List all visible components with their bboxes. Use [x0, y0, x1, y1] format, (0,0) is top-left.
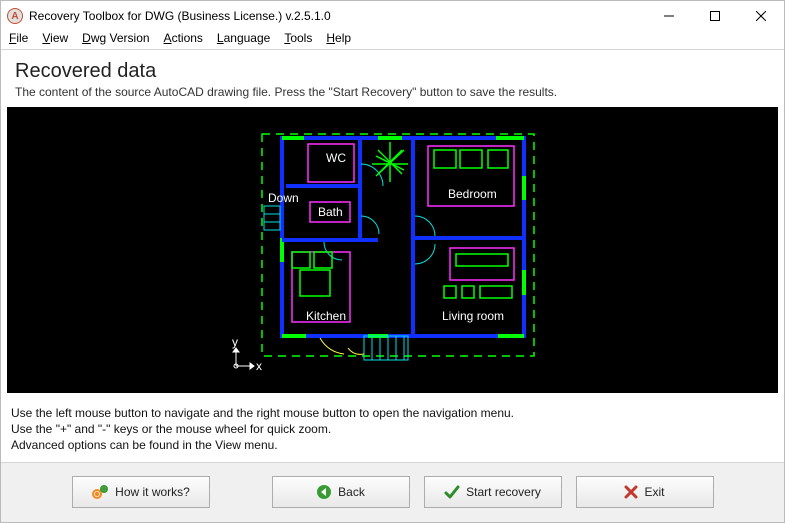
menu-tools[interactable]: Tools — [284, 31, 312, 45]
help-line-3: Advanced options can be found in the Vie… — [11, 437, 774, 453]
minimize-icon — [664, 11, 674, 21]
menu-dwg-version[interactable]: Dwg Version — [82, 31, 149, 45]
room-label-wc: WC — [326, 151, 346, 165]
back-icon — [316, 484, 332, 500]
start-recovery-label: Start recovery — [466, 485, 541, 499]
help-text: Use the left mouse button to navigate an… — [1, 401, 784, 462]
drawing-preview[interactable]: WC Bath Bedroom — [7, 107, 778, 393]
back-label: Back — [338, 485, 365, 499]
axis-x: x — [256, 359, 262, 373]
app-icon: A — [7, 8, 23, 24]
room-label-bath: Bath — [318, 205, 343, 219]
room-label-kitchen: Kitchen — [306, 309, 346, 323]
titlebar: A Recovery Toolbox for DWG (Business Lic… — [1, 1, 784, 31]
axis-y: y — [232, 335, 238, 349]
app-window: A Recovery Toolbox for DWG (Business Lic… — [0, 0, 785, 523]
close-button[interactable] — [738, 1, 784, 31]
x-icon — [624, 485, 638, 499]
gears-icon — [91, 483, 109, 501]
window-title: Recovery Toolbox for DWG (Business Licen… — [29, 9, 646, 23]
preview-area: WC Bath Bedroom — [1, 99, 784, 401]
start-recovery-button[interactable]: Start recovery — [424, 476, 562, 508]
maximize-button[interactable] — [692, 1, 738, 31]
help-line-1: Use the left mouse button to navigate an… — [11, 405, 774, 421]
back-button[interactable]: Back — [272, 476, 410, 508]
menu-actions[interactable]: Actions — [164, 31, 203, 45]
content-header: Recovered data The content of the source… — [1, 50, 784, 99]
cad-drawing: WC Bath Bedroom — [228, 120, 558, 380]
footer: How it works? Back Start recovery Exit — [1, 462, 784, 522]
menu-help[interactable]: Help — [326, 31, 351, 45]
window-controls — [646, 1, 784, 31]
page-title: Recovered data — [15, 60, 770, 83]
help-line-2: Use the "+" and "-" keys or the mouse wh… — [11, 421, 774, 437]
room-label-living: Living room — [442, 309, 504, 323]
how-it-works-label: How it works? — [115, 485, 190, 499]
check-icon — [444, 484, 460, 500]
close-icon — [756, 11, 766, 21]
minimize-button[interactable] — [646, 1, 692, 31]
exit-label: Exit — [644, 485, 664, 499]
menu-file[interactable]: File — [9, 31, 28, 45]
how-it-works-button[interactable]: How it works? — [72, 476, 210, 508]
label-down: Down — [268, 191, 299, 205]
maximize-icon — [710, 11, 720, 21]
menu-language[interactable]: Language — [217, 31, 270, 45]
menu-view[interactable]: View — [42, 31, 68, 45]
page-subtitle: The content of the source AutoCAD drawin… — [15, 85, 770, 99]
room-label-bedroom: Bedroom — [448, 187, 497, 201]
menubar: File View Dwg Version Actions Language T… — [1, 31, 784, 50]
exit-button[interactable]: Exit — [576, 476, 714, 508]
